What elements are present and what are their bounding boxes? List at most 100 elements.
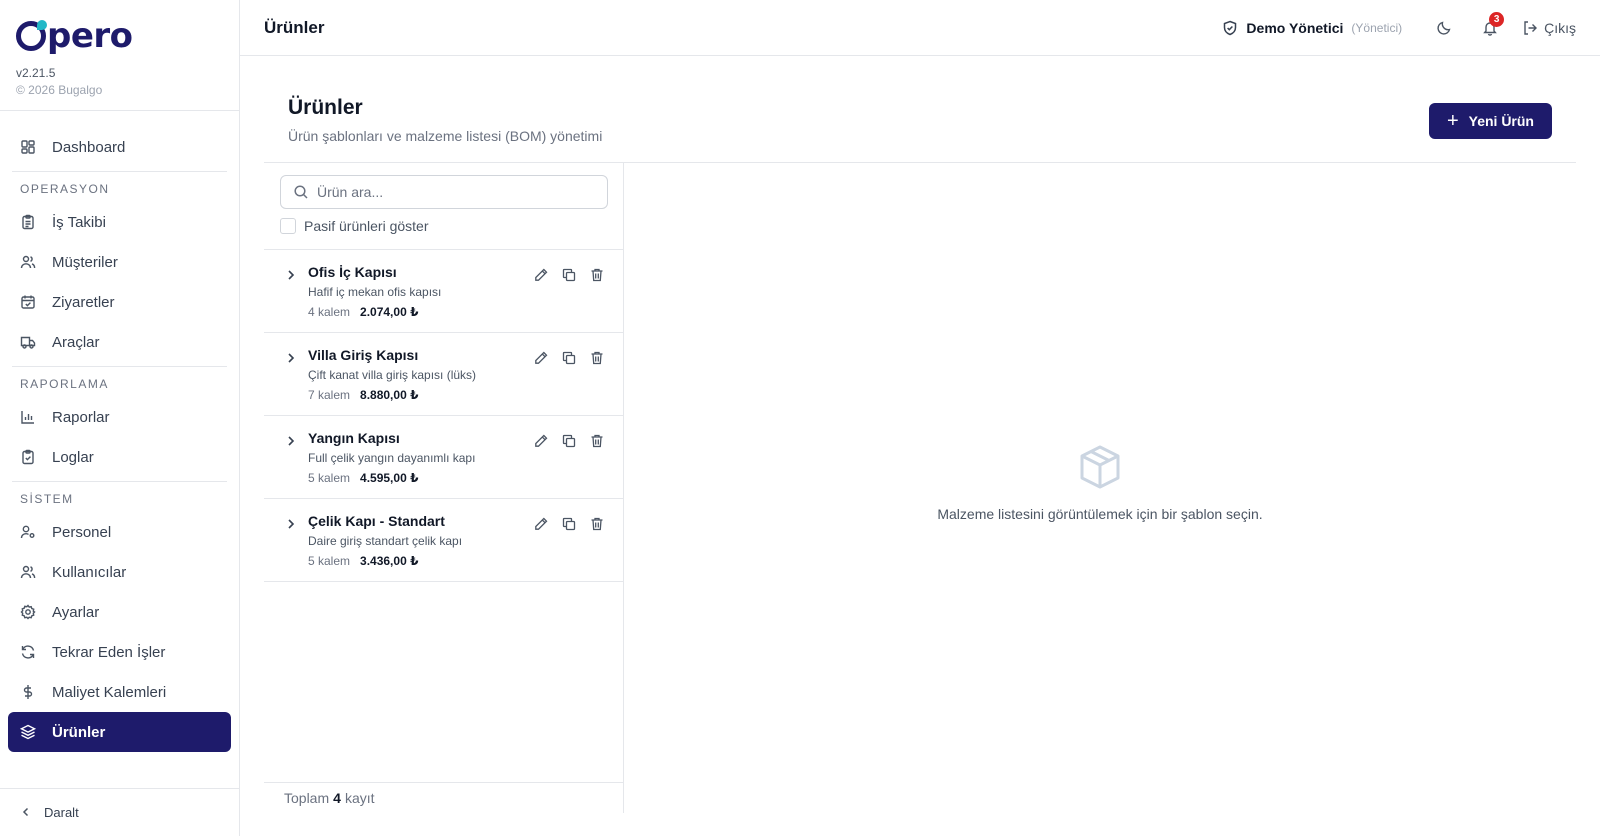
sidebar-item-label: Loglar bbox=[52, 448, 94, 466]
notifications-button[interactable]: 3 bbox=[1470, 8, 1510, 48]
refresh-icon bbox=[20, 644, 36, 660]
sidebar-item-label: Maliyet Kalemleri bbox=[52, 683, 167, 701]
product-list-panel: Pasif ürünleri göster Ofis İç Kapısı Haf… bbox=[264, 163, 624, 813]
sidebar-item-personel[interactable]: Personel bbox=[8, 512, 231, 552]
sidebar-item-kullanicilar[interactable]: Kullanıcılar bbox=[8, 552, 231, 592]
sidebar-item-urunler[interactable]: Ürünler bbox=[8, 712, 231, 752]
product-price: 3.436,00 ₺ bbox=[360, 554, 419, 568]
product-item-count: 5 kalem bbox=[308, 554, 351, 568]
main-content: Ürünler Ürün şablonları ve malzeme liste… bbox=[264, 56, 1576, 836]
theme-toggle-button[interactable] bbox=[1424, 8, 1464, 48]
product-list: Ofis İç Kapısı Hafif iç mekan ofis kapıs… bbox=[264, 249, 623, 582]
app-copyright: © 2026 Bugalgo bbox=[16, 83, 103, 97]
search-input[interactable] bbox=[317, 184, 597, 200]
product-item-count: 5 kalem bbox=[308, 471, 351, 485]
sidebar-item-label: Ürünler bbox=[52, 723, 106, 741]
products-workspace: Pasif ürünleri göster Ofis İç Kapısı Haf… bbox=[264, 162, 1576, 813]
chevron-left-icon bbox=[20, 805, 32, 821]
sidebar-item-ziyaretler[interactable]: Ziyaretler bbox=[8, 282, 231, 322]
product-description: Full çelik yangın dayanımlı kapı bbox=[308, 451, 476, 465]
sidebar-item-label: Müşteriler bbox=[52, 253, 118, 271]
sidebar-item-tekrar-eden-isler[interactable]: Tekrar Eden İşler bbox=[8, 632, 231, 672]
app-logo[interactable]: pero bbox=[16, 18, 223, 54]
sidebar-item-dashboard[interactable]: Dashboard bbox=[8, 127, 231, 167]
section-raporlama: RAPORLAMA bbox=[20, 377, 109, 391]
trash-icon[interactable] bbox=[589, 516, 605, 532]
page-subtitle: Ürün şablonları ve malzeme listesi (BOM)… bbox=[288, 128, 603, 144]
show-passive-toggle[interactable]: Pasif ürünleri göster bbox=[280, 218, 429, 234]
sidebar-item-araclar[interactable]: Araçlar bbox=[8, 322, 231, 362]
edit-icon[interactable] bbox=[533, 267, 549, 283]
product-row[interactable]: Yangın Kapısı Full çelik yangın dayanıml… bbox=[264, 416, 623, 499]
package-icon bbox=[1076, 443, 1124, 491]
product-row[interactable]: Ofis İç Kapısı Hafif iç mekan ofis kapıs… bbox=[264, 250, 623, 333]
sidebar-item-label: Ayarlar bbox=[52, 603, 100, 621]
sidebar: pero v2.21.5 © 2026 Bugalgo Dashboard OP… bbox=[0, 0, 240, 836]
brand-block: pero v2.21.5 © 2026 Bugalgo bbox=[0, 0, 239, 111]
section-operasyon: OPERASYON bbox=[20, 182, 110, 196]
gear-icon bbox=[20, 604, 36, 620]
chevron-right-icon[interactable] bbox=[284, 351, 298, 365]
product-item-count: 7 kalem bbox=[308, 388, 351, 402]
dollar-icon bbox=[20, 684, 36, 700]
sidebar-item-label: Raporlar bbox=[52, 408, 110, 426]
product-name: Yangın Kapısı bbox=[308, 430, 400, 446]
copy-icon[interactable] bbox=[561, 350, 577, 366]
show-passive-checkbox[interactable] bbox=[280, 218, 296, 234]
app-version: v2.21.5 bbox=[16, 66, 56, 80]
logo-text: pero bbox=[47, 16, 133, 56]
trash-icon[interactable] bbox=[589, 350, 605, 366]
grid-icon bbox=[20, 139, 36, 155]
sidebar-item-loglar[interactable]: Loglar bbox=[8, 437, 231, 477]
clipboard-check-icon bbox=[20, 449, 36, 465]
notification-badge: 3 bbox=[1489, 11, 1505, 27]
collapse-label: Daralt bbox=[44, 805, 79, 820]
sidebar-item-maliyet-kalemleri[interactable]: Maliyet Kalemleri bbox=[8, 672, 231, 712]
chevron-right-icon[interactable] bbox=[284, 517, 298, 531]
user-name: Demo Yönetici bbox=[1246, 19, 1344, 36]
product-row[interactable]: Villa Giriş Kapısı Çift kanat villa giri… bbox=[264, 333, 623, 416]
layers-icon bbox=[20, 724, 36, 740]
new-product-button[interactable]: + Yeni Ürün bbox=[1428, 103, 1552, 139]
logout-button[interactable]: Çıkış bbox=[1522, 20, 1576, 36]
copy-icon[interactable] bbox=[561, 267, 577, 283]
row-actions bbox=[533, 350, 605, 366]
product-price: 4.595,00 ₺ bbox=[360, 471, 419, 485]
sidebar-nav: Dashboard OPERASYON İş Takibi Müşteriler… bbox=[0, 111, 239, 752]
footer-suffix: kayıt bbox=[344, 790, 375, 806]
users-icon bbox=[20, 254, 36, 270]
bom-panel: Malzeme listesini görüntülemek için bir … bbox=[624, 163, 1576, 813]
chevron-right-icon[interactable] bbox=[284, 268, 298, 282]
sidebar-item-label: İş Takibi bbox=[52, 213, 106, 231]
product-item-count: 4 kalem bbox=[308, 305, 351, 319]
product-meta: 4 kalem 2.074,00 ₺ bbox=[308, 305, 418, 319]
new-product-label: Yeni Ürün bbox=[1468, 113, 1534, 129]
sidebar-item-is-takibi[interactable]: İş Takibi bbox=[8, 202, 231, 242]
shield-icon bbox=[1222, 20, 1238, 36]
product-name: Ofis İç Kapısı bbox=[308, 264, 397, 280]
edit-icon[interactable] bbox=[533, 433, 549, 449]
collapse-sidebar-button[interactable]: Daralt bbox=[0, 788, 240, 836]
sidebar-item-ayarlar[interactable]: Ayarlar bbox=[8, 592, 231, 632]
top-bar: Ürünler Demo Yönetici (Yönetici) 3 Çıkış bbox=[240, 0, 1600, 56]
row-actions bbox=[533, 267, 605, 283]
product-price: 2.074,00 ₺ bbox=[360, 305, 419, 319]
product-name: Çelik Kapı - Standart bbox=[308, 513, 445, 529]
sidebar-item-raporlar[interactable]: Raporlar bbox=[8, 397, 231, 437]
trash-icon[interactable] bbox=[589, 433, 605, 449]
edit-icon[interactable] bbox=[533, 350, 549, 366]
page-header: Ürünler Ürün şablonları ve malzeme liste… bbox=[288, 96, 602, 144]
page-title: Ürünler bbox=[288, 96, 363, 119]
copy-icon[interactable] bbox=[561, 433, 577, 449]
logout-icon bbox=[1522, 20, 1538, 36]
chevron-right-icon[interactable] bbox=[284, 434, 298, 448]
product-row[interactable]: Çelik Kapı - Standart Daire giriş standa… bbox=[264, 499, 623, 582]
footer-prefix: Toplam bbox=[284, 790, 330, 806]
trash-icon[interactable] bbox=[589, 267, 605, 283]
clipboard-icon bbox=[20, 214, 36, 230]
copy-icon[interactable] bbox=[561, 516, 577, 532]
search-box[interactable] bbox=[280, 175, 608, 209]
list-footer: Toplam 4 kayıt bbox=[264, 782, 623, 813]
sidebar-item-musteriler[interactable]: Müşteriler bbox=[8, 242, 231, 282]
edit-icon[interactable] bbox=[533, 516, 549, 532]
